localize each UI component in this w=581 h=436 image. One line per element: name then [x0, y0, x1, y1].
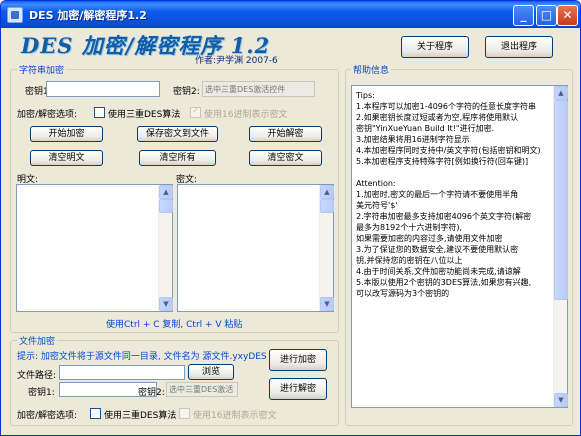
decrypt-button-label: 开始解密 [267, 129, 304, 139]
close-button[interactable]: ✕ [557, 5, 578, 26]
plain-textarea[interactable]: ▲ ▼ [16, 184, 173, 312]
window-title: DES 加密/解密程序1.2 [29, 9, 147, 22]
clear-all-button-label: 清空所有 [159, 153, 196, 163]
title-bar[interactable]: DES 加密/解密程序1.2 _ □ ✕ [1, 1, 580, 28]
help-text: Tips: 1.本程序可以加密1-4096个字符的任意长度字符串 2.如果密钥长度过… [356, 90, 566, 299]
clear-all-button[interactable]: 清空所有 [139, 150, 216, 166]
clear-plain-button-label: 清空明文 [48, 153, 85, 163]
scroll-up-icon[interactable]: ▲ [159, 185, 173, 199]
file-encrypt-button-label: 进行加密 [279, 355, 316, 365]
save-cipher-button-label: 保存密文到文件 [145, 129, 209, 139]
help-line: 3.加密结果将用16进制字符显示 [356, 135, 470, 144]
file-encrypt-button[interactable]: 进行加密 [269, 349, 327, 371]
clear-plain-button[interactable]: 清空明文 [30, 150, 103, 166]
maximize-button[interactable]: □ [536, 5, 557, 26]
help-line: 可以改写源码为3个密钥的 [356, 289, 450, 298]
scroll-down-icon[interactable]: ▼ [554, 393, 568, 407]
help-scrollbar[interactable]: ▲ ▼ [553, 86, 568, 407]
help-line: 最多为8192个十六进制字符), [356, 223, 463, 232]
help-line: 5.本加密程序支持特殊字符[例如换行符(回车键)] [356, 157, 529, 166]
help-line: 1.加密时,密文的最后一个字符请不要使用半角 [356, 190, 519, 199]
help-line: 美元符号'$' [356, 201, 398, 210]
help-line: 5.本版以使用2个密钥的3DES算法,如果您有兴趣, [356, 278, 532, 287]
file-key2-label: 密钥2: [138, 388, 165, 398]
app-icon [7, 7, 23, 23]
help-line: 1.本程序可以加密1-4096个字符的任意长度字符串 [356, 102, 536, 111]
string-triple-des-checkbox[interactable] [94, 107, 105, 118]
file-hex-label: 使用16进制表示密文 [193, 411, 277, 421]
cipher-scrollbar[interactable]: ▲ ▼ [319, 185, 334, 311]
about-button-label: 关于程序 [416, 42, 453, 52]
copy-paste-hint: 使用Ctrl + C 复制, Ctrl + V 粘贴 [106, 320, 243, 330]
help-line [356, 167, 566, 178]
key2-label: 密钥2: [173, 87, 200, 97]
help-textarea[interactable]: Tips: 1.本程序可以加密1-4096个字符的任意长度字符串 2.如果密钥长度过… [351, 85, 568, 408]
string-mode-label: 加密/解密选项: [17, 110, 78, 120]
file-encrypt-hint: 提示: 加密文件将于源文件同一目录, 文件名为 源文件.yxyDES [17, 352, 267, 362]
file-triple-des-label: 使用三重DES算法 [104, 411, 177, 421]
clear-cipher-button-label: 清空密文 [267, 153, 304, 163]
browse-button-label: 浏览 [201, 367, 220, 377]
file-hex-checkbox[interactable] [179, 408, 190, 419]
scroll-thumb[interactable] [554, 100, 568, 300]
key2-input[interactable] [202, 81, 315, 97]
exit-button[interactable]: 退出程序 [485, 36, 553, 58]
string-encrypt-legend: 字符串加密 [17, 63, 67, 76]
scroll-thumb[interactable] [320, 199, 334, 213]
encrypt-button[interactable]: 开始加密 [30, 126, 103, 142]
author-info: 作者:尹学渊 2007-6 [195, 56, 278, 66]
encrypt-button-label: 开始加密 [48, 129, 85, 139]
file-path-input[interactable] [59, 365, 185, 380]
help-line: 4.本加密程序同时支持中/英文字符(包括密钥和明文) [356, 146, 541, 155]
help-line: 2.字符串加密最多支持加密4096个英文字符(解密 [356, 212, 532, 221]
file-encrypt-legend: 文件加密 [17, 334, 58, 347]
string-triple-des-label: 使用三重DES算法 [108, 110, 181, 120]
maximize-icon: □ [540, 8, 553, 22]
file-decrypt-button-label: 进行解密 [279, 384, 316, 394]
file-key2-input[interactable] [166, 382, 238, 397]
exit-button-label: 退出程序 [500, 42, 537, 52]
scroll-thumb[interactable] [159, 199, 173, 213]
help-line: Tips: [356, 91, 375, 100]
scroll-up-icon[interactable]: ▲ [320, 185, 334, 199]
help-line: 2.如果密钥长度过短或者为空,程序将使用默认 [356, 113, 519, 122]
help-line: 4.由于时间关系,文件加密功能尚未完成,请谅解 [356, 267, 521, 276]
scroll-down-icon[interactable]: ▼ [159, 297, 173, 311]
file-key1-label: 密钥1: [28, 388, 55, 398]
string-hex-label: 使用16进制表示密文 [204, 110, 288, 120]
close-icon: ✕ [562, 8, 573, 22]
cipher-textarea[interactable]: ▲ ▼ [177, 184, 334, 312]
file-path-label: 文件路径: [17, 371, 57, 381]
about-button[interactable]: 关于程序 [401, 36, 469, 58]
app-window: DES 加密/解密程序1.2 _ □ ✕ DES 加密/解密程序 1.2 作者:… [0, 0, 581, 436]
string-hex-checkbox[interactable] [190, 106, 201, 118]
key1-input[interactable] [46, 81, 160, 97]
help-legend: 帮助信息 [351, 63, 392, 76]
save-cipher-button[interactable]: 保存密文到文件 [137, 126, 218, 142]
scroll-up-icon[interactable]: ▲ [554, 86, 568, 100]
file-mode-label: 加密/解密选项: [17, 411, 78, 421]
help-line: 3.为了保证您的数据安全,建议不要使用默认密 [356, 245, 519, 254]
plain-scrollbar[interactable]: ▲ ▼ [158, 185, 173, 311]
file-decrypt-button[interactable]: 进行解密 [269, 378, 327, 400]
help-line: 钥,并保持您的密钥在八位以上 [356, 256, 463, 265]
minimize-button[interactable]: _ [513, 5, 534, 26]
clear-cipher-button[interactable]: 清空密文 [249, 150, 322, 166]
file-triple-des-checkbox[interactable] [90, 408, 101, 419]
scroll-down-icon[interactable]: ▼ [320, 297, 334, 311]
minimize-icon: _ [520, 8, 527, 22]
decrypt-button[interactable]: 开始解密 [249, 126, 322, 142]
help-line: 密钥"YinXueYuan Build It!"进行加密. [356, 124, 495, 133]
browse-button[interactable]: 浏览 [188, 364, 234, 380]
help-line: Attention: [356, 179, 396, 188]
help-line: 如果需要加密的内容过多,请使用文件加密 [356, 234, 503, 243]
